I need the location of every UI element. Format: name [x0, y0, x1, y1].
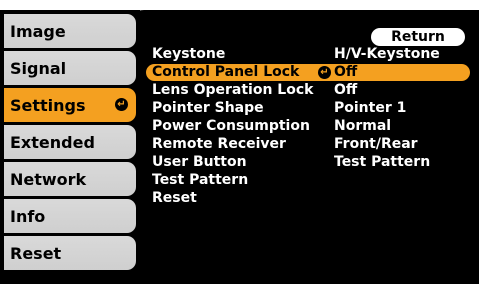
sidebar-item-image[interactable]: Image: [4, 14, 136, 48]
sidebar-item-label: Info: [10, 206, 46, 226]
setting-label: Pointer Shape: [152, 100, 264, 116]
setting-row-reset[interactable]: Reset: [146, 190, 472, 207]
projector-menu: Image Signal Settings ↵ Extended Network…: [0, 0, 479, 284]
sidebar-item-label: Reset: [10, 243, 62, 263]
setting-label: Lens Operation Lock: [152, 82, 314, 98]
setting-label: Keystone: [152, 46, 226, 62]
sidebar-item-extended[interactable]: Extended: [4, 125, 136, 159]
sidebar-item-settings[interactable]: Settings ↵: [4, 88, 136, 122]
setting-value: Front/Rear: [334, 136, 418, 152]
setting-row-lens-operation-lock[interactable]: Lens Operation Lock Off: [146, 82, 472, 99]
sidebar-item-label: Network: [10, 169, 87, 189]
setting-row-user-button[interactable]: User Button Test Pattern: [146, 154, 472, 171]
setting-label: Power Consumption: [152, 118, 310, 134]
setting-row-remote-receiver[interactable]: Remote Receiver Front/Rear: [146, 136, 472, 153]
sidebar-item-label: Image: [10, 21, 66, 41]
setting-value: Test Pattern: [334, 154, 431, 170]
enter-icon: ↵: [115, 98, 128, 111]
setting-row-power-consumption[interactable]: Power Consumption Normal: [146, 118, 472, 135]
enter-icon: ↵: [318, 66, 331, 79]
setting-value: Pointer 1: [334, 100, 407, 116]
setting-label: User Button: [152, 154, 247, 170]
setting-value: Normal: [334, 118, 392, 134]
return-button[interactable]: Return: [371, 28, 465, 46]
setting-label: Reset: [152, 190, 197, 206]
setting-row-pointer-shape[interactable]: Pointer Shape Pointer 1: [146, 100, 472, 117]
sidebar-item-label: Settings: [10, 95, 86, 115]
sidebar-item-signal[interactable]: Signal: [4, 51, 136, 85]
setting-value: H/V-Keystone: [334, 46, 440, 62]
setting-row-control-panel-lock[interactable]: Control Panel Lock ↵ Off: [146, 64, 470, 81]
sidebar-item-label: Signal: [10, 58, 67, 78]
sidebar-item-reset[interactable]: Reset: [4, 236, 136, 270]
sidebar-item-label: Extended: [10, 132, 95, 152]
setting-row-test-pattern[interactable]: Test Pattern: [146, 172, 472, 189]
setting-label: Remote Receiver: [152, 136, 286, 152]
setting-value: Off: [334, 82, 358, 98]
sidebar-item-info[interactable]: Info: [4, 199, 136, 233]
setting-label: Control Panel Lock: [152, 64, 300, 80]
sidebar-item-network[interactable]: Network: [4, 162, 136, 196]
setting-row-keystone[interactable]: Keystone H/V-Keystone: [146, 46, 472, 63]
setting-value: Off: [334, 64, 358, 80]
setting-label: Test Pattern: [152, 172, 249, 188]
